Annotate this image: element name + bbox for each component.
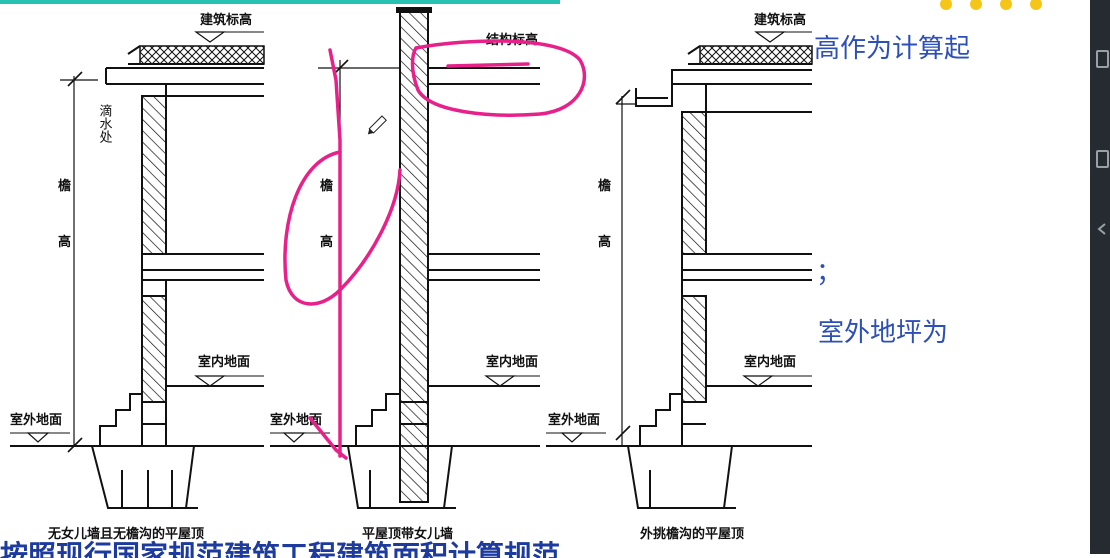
sidebar-chevron-icon[interactable] [1096, 222, 1108, 236]
p3-outdoor-label: 室外地面 [548, 412, 600, 428]
p2-indoor-label: 室内地面 [486, 354, 538, 370]
sidebar-page-icon[interactable] [1096, 50, 1109, 68]
p1-drip-label: 滴水处 [97, 103, 113, 143]
p3-eave-label-1: 檐 [598, 178, 611, 194]
eave-height-figure: 建筑标高 滴水处 檐 高 室内地面 室外地面 无女儿墙且无檐沟的平屋顶 结构标高… [0, 4, 813, 542]
p1-indoor-label: 室内地面 [198, 354, 250, 370]
right-sidebar [1090, 0, 1110, 554]
p2-eave-label-1: 檐 [320, 178, 333, 194]
p1-roof-label: 建筑标高 [200, 12, 252, 28]
p3-eave-label-2: 高 [598, 234, 611, 250]
p2-caption: 平屋顶带女儿墙 [362, 526, 453, 542]
p2-eave-label-2: 高 [320, 234, 333, 250]
p1-outdoor-label: 室外地面 [10, 412, 62, 428]
p1-caption: 无女儿墙且无檐沟的平屋顶 [47, 526, 204, 542]
p3-roof-label: 建筑标高 [754, 12, 806, 28]
p1-eave-label-1: 檐 [58, 178, 71, 194]
sidebar-page-icon[interactable] [1096, 150, 1109, 168]
p3-indoor-label: 室内地面 [744, 354, 796, 370]
p1-eave-label-2: 高 [58, 234, 71, 250]
p3-caption: 外挑檐沟的平屋顶 [639, 526, 744, 542]
